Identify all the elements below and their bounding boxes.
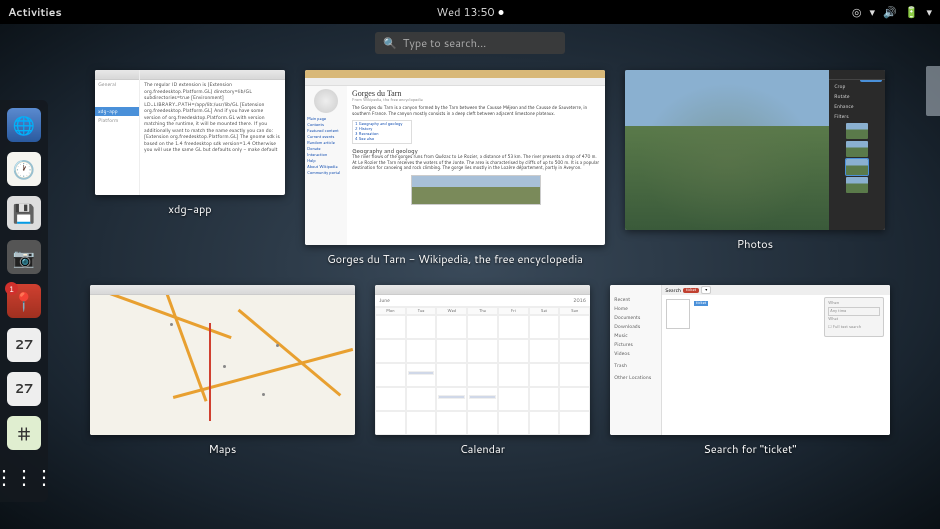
search-filter[interactable]: ▾ <box>701 286 711 294</box>
window-label: Maps <box>209 441 237 457</box>
search-popup[interactable]: When Any time What ☐ Full text search <box>824 297 884 337</box>
calendar-grid: MonTue WedThu FriSat Sun <box>375 307 590 435</box>
photo-canvas <box>625 70 829 230</box>
show-apps-icon[interactable]: ⋮⋮⋮ <box>7 460 41 494</box>
window-wikipedia[interactable]: Main pageContents Featured contentCurren… <box>305 70 605 267</box>
search-tag[interactable]: ticket <box>683 288 699 293</box>
xdg-side-hl: xdg-app <box>95 107 139 116</box>
calendar-day-2: 27 <box>15 380 34 398</box>
wiki-para: The Gorges du Tarn is a canyon formed by… <box>352 106 600 118</box>
window-label: Calendar <box>460 441 505 457</box>
clocks-icon[interactable]: 🕐 <box>7 152 41 186</box>
window-photos[interactable]: Done Crop Rotate Enhance Filters Photos <box>625 70 885 267</box>
dash: 🌐 🕐 💾 📷 📍1 27 27 # ⋮⋮⋮ <box>0 100 48 502</box>
xdg-side-item: General <box>95 80 139 89</box>
result-tag: ticket <box>694 301 708 306</box>
filter-thumb[interactable] <box>846 177 868 193</box>
cal-year: 2016 <box>573 297 586 304</box>
notes-icon[interactable]: # <box>7 416 41 450</box>
files-sidebar: RecentHome DocumentsDownloads MusicPictu… <box>610 285 662 435</box>
window-files-search[interactable]: RecentHome DocumentsDownloads MusicPictu… <box>610 285 890 457</box>
enhance-tool[interactable]: Enhance <box>832 102 882 111</box>
overview-search[interactable]: 🔍 Type to search... <box>375 32 565 54</box>
wiki-title: Gorges du Tarn <box>352 89 600 98</box>
rotate-tool[interactable]: Rotate <box>832 92 882 101</box>
calendar-day: 27 <box>15 336 34 354</box>
window-xdg-app[interactable]: General xdg-app Platform The regular ID … <box>95 70 285 267</box>
window-calendar[interactable]: June 2016 MonTue WedThu FriSat Sun Calen… <box>375 285 590 457</box>
accessibility-icon[interactable]: ◎ <box>852 4 862 20</box>
wikipedia-logo <box>314 89 338 113</box>
chevron-down-icon[interactable]: ▾ <box>926 4 932 20</box>
filter-thumb[interactable] <box>846 141 868 157</box>
window-label: Search for "ticket" <box>703 441 796 457</box>
xdg-body-text: The regular ID extension is (Extension o… <box>144 82 281 154</box>
cal-month: June <box>379 297 390 304</box>
window-label: Photos <box>737 236 773 252</box>
clock-label: Wed 13:50 <box>437 4 495 20</box>
wifi-icon[interactable]: ▾ <box>870 4 876 20</box>
disks-icon[interactable]: 💾 <box>7 196 41 230</box>
file-icon <box>666 299 690 329</box>
wiki-subtitle: From Wikipedia, the free encyclopedia <box>352 98 600 103</box>
wiki-para2: The river flows of the gorges runs from … <box>352 155 600 173</box>
search-label: Search <box>665 287 681 294</box>
window-maps[interactable]: Maps <box>90 285 355 457</box>
search-icon: 🔍 <box>383 35 397 51</box>
xdg-side-item: Platform <box>95 116 139 125</box>
filter-thumb-selected[interactable] <box>846 159 868 175</box>
crop-tool[interactable]: Crop <box>832 82 882 91</box>
calendar-icon[interactable]: 27 <box>7 328 41 362</box>
filter-thumb[interactable] <box>846 123 868 139</box>
volume-icon[interactable]: 🔊 <box>883 4 897 20</box>
photo-edit-panel: Done Crop Rotate Enhance Filters <box>829 70 885 230</box>
wiki-nav: Main pageContents Featured contentCurren… <box>305 86 347 245</box>
camera-icon[interactable]: 📷 <box>7 240 41 274</box>
system-tray[interactable]: ◎ ▾ 🔊 🔋 ▾ <box>852 4 932 20</box>
calendar-icon-2[interactable]: 27 <box>7 372 41 406</box>
search-placeholder: Type to search... <box>403 35 487 51</box>
window-label: Gorges du Tarn - Wikipedia, the free enc… <box>327 251 583 267</box>
battery-icon[interactable]: 🔋 <box>905 4 919 20</box>
workspace-thumbnail[interactable] <box>926 66 940 116</box>
wiki-panorama <box>411 175 541 205</box>
web-browser-icon[interactable]: 🌐 <box>7 108 41 142</box>
filters-tool[interactable]: Filters <box>832 112 882 121</box>
activities-button[interactable]: Activities <box>8 4 62 20</box>
window-label: xdg-app <box>168 201 211 217</box>
map-canvas <box>90 295 355 435</box>
badge: 1 <box>5 282 18 295</box>
maps-icon[interactable]: 📍1 <box>7 284 41 318</box>
clock[interactable]: Wed 13:50 <box>437 4 504 20</box>
notification-dot <box>498 10 503 15</box>
